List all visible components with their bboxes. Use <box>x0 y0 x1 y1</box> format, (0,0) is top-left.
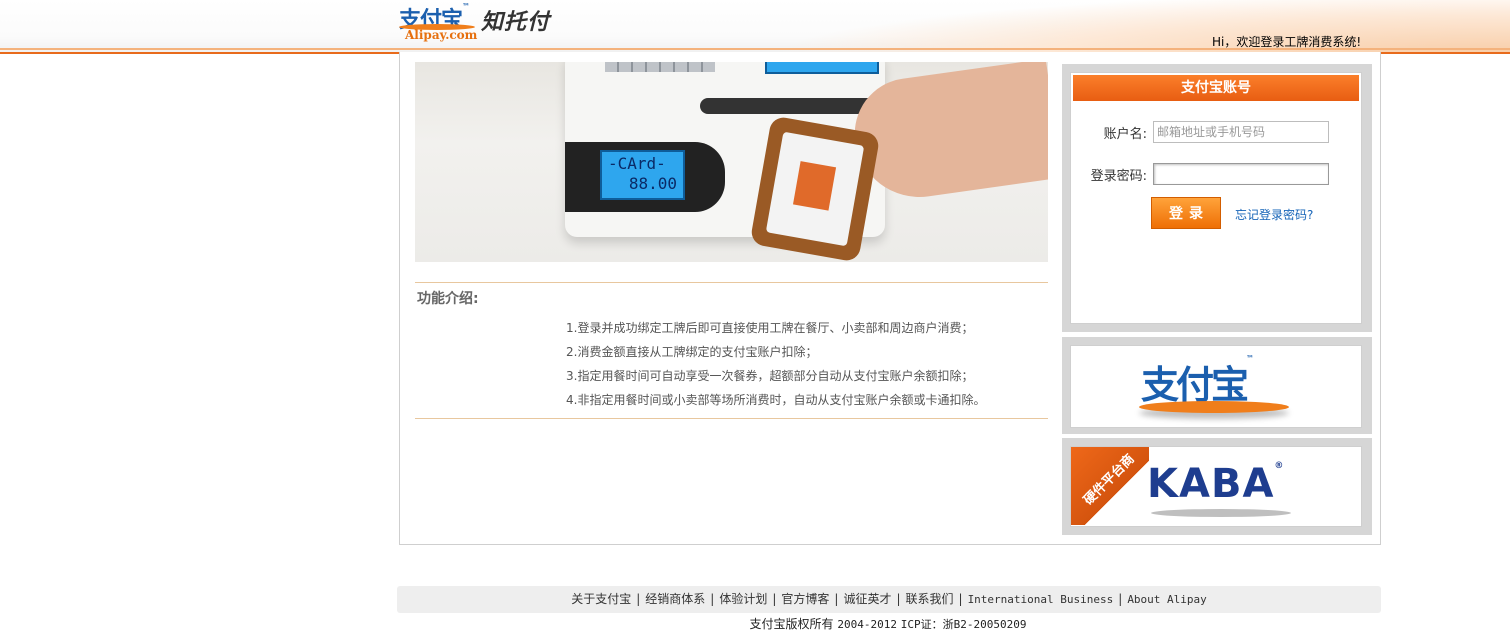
employee-badge-image <box>749 115 881 262</box>
footer-link-dealers[interactable]: 经销商体系 <box>645 592 705 606</box>
alipay-logo[interactable]: 支付宝™ Alipay.com 知托付 <box>399 2 579 46</box>
badge-photo-graphic <box>792 161 837 211</box>
footer-link-about[interactable]: 关于支付宝 <box>571 592 631 606</box>
login-button[interactable]: 登录 <box>1151 197 1221 229</box>
footer-link-about-alipay[interactable]: About Alipay <box>1127 593 1206 606</box>
login-title: 支付宝账号 <box>1073 75 1359 101</box>
header-decoration <box>760 0 1510 52</box>
lcd-line-1: -CArd- <box>608 154 666 173</box>
lcd-line-2: 88.00 <box>628 174 677 193</box>
alipay-brand-panel: 支付宝™ <box>1062 337 1372 434</box>
kaba-brand-panel: 硬件平台商 KABA® <box>1062 438 1372 535</box>
top-screen-graphic <box>765 62 879 74</box>
badge-card-graphic <box>765 131 865 247</box>
footer-link-blog[interactable]: 官方博客 <box>781 592 829 606</box>
alipay-swoosh-icon <box>1139 401 1289 413</box>
hardware-ribbon: 硬件平台商 <box>1071 447 1149 525</box>
lcd-screen: -CArd- 88.00 <box>600 150 685 200</box>
keypad-graphic <box>605 62 715 72</box>
footer-link-experience[interactable]: 体验计划 <box>719 592 767 606</box>
alipay-brand-inner[interactable]: 支付宝™ <box>1070 345 1362 428</box>
kaba-brand-logo: KABA® <box>1147 461 1285 507</box>
features-title: 功能介绍: <box>417 291 479 307</box>
login-form: 支付宝账号 账户名: 登录密码: 登录 忘记登录密码? <box>1070 72 1362 324</box>
copyright-years: 2004-2012 <box>837 618 897 631</box>
copyright-text: 支付宝版权所有 <box>749 617 834 631</box>
main-content: -CArd- 88.00 功能介绍: 1.登录并成功绑定工牌后即可直接使用工牌在… <box>399 52 1381 545</box>
footer-links: 关于支付宝 | 经销商体系 | 体验计划 | 官方博客 | 诚征英才 | 联系我们 | Internat… <box>397 586 1381 613</box>
features-bottom-divider <box>415 418 1048 419</box>
kaba-brand-inner[interactable]: 硬件平台商 KABA® <box>1070 446 1362 527</box>
kaba-shadow-graphic <box>1151 509 1291 517</box>
top-header: 支付宝™ Alipay.com 知托付 Hi，欢迎登录工牌消费系统! <box>0 0 1510 54</box>
password-label: 登录密码: <box>1090 169 1147 184</box>
card-slot-graphic <box>700 98 880 114</box>
copyright-line: 支付宝版权所有 2004-2012 ICP证：浙B2-20050209 <box>0 615 1510 632</box>
hardware-ribbon-text: 硬件平台商 <box>1081 451 1138 509</box>
hero-photo: -CArd- 88.00 <box>415 62 1048 262</box>
footer-link-contact[interactable]: 联系我们 <box>906 592 954 606</box>
welcome-message: Hi，欢迎登录工牌消费系统! <box>1212 35 1362 49</box>
password-input[interactable] <box>1153 163 1329 185</box>
feature-item: 3.指定用餐时间可自动享受一次餐券，超额部分自动从支付宝账户余额扣除； <box>566 369 974 383</box>
account-label: 账户名: <box>1103 127 1147 142</box>
features-top-divider <box>415 282 1048 283</box>
forgot-password-link[interactable]: 忘记登录密码? <box>1235 206 1313 223</box>
feature-item: 4.非指定用餐时间或小卖部等场所消费时，自动从支付宝账户余额或卡通扣除。 <box>566 393 986 407</box>
logo-slogan: 知托付 <box>481 9 551 35</box>
account-input[interactable] <box>1153 121 1329 143</box>
footer-link-international[interactable]: International Business <box>968 593 1114 606</box>
login-panel: 支付宝账号 账户名: 登录密码: 登录 忘记登录密码? <box>1062 64 1372 332</box>
device-panel-graphic: -CArd- 88.00 <box>565 142 725 212</box>
feature-item: 2.消费金额直接从工牌绑定的支付宝账户扣除； <box>566 345 818 359</box>
features-list: 1.登录并成功绑定工牌后即可直接使用工牌在餐厅、小卖部和周边商户消费； 2.消费… <box>566 316 985 412</box>
logo-english-text: Alipay.com <box>405 28 478 42</box>
feature-item: 1.登录并成功绑定工牌后即可直接使用工牌在餐厅、小卖部和周边商户消费； <box>566 321 974 335</box>
footer-link-careers[interactable]: 诚征英才 <box>843 592 891 606</box>
icp-license: ICP证：浙B2-20050209 <box>900 618 1027 631</box>
